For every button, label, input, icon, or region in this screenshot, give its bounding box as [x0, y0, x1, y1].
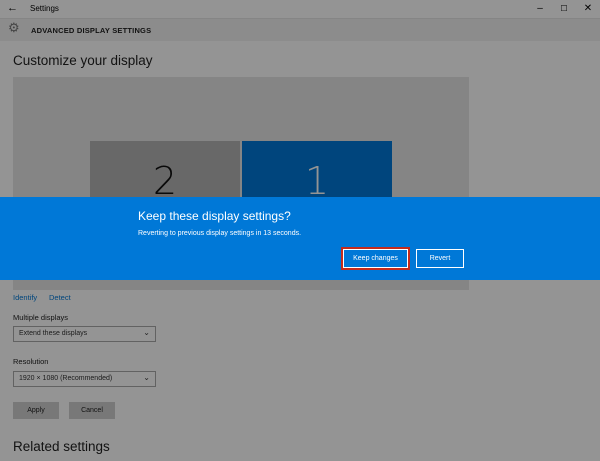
- revert-button[interactable]: Revert: [416, 249, 464, 268]
- dialog-title: Keep these display settings?: [138, 209, 291, 223]
- dialog-message: Reverting to previous display settings i…: [138, 230, 302, 237]
- keep-changes-button[interactable]: Keep changes: [341, 247, 410, 270]
- keep-settings-dialog: Keep these display settings? Reverting t…: [0, 197, 600, 280]
